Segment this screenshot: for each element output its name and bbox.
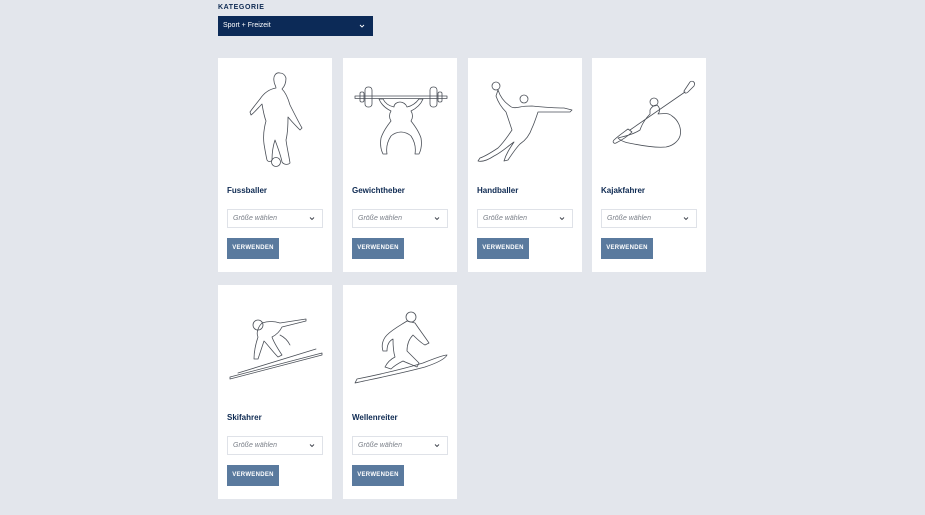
chevron-down-icon — [309, 217, 315, 221]
chevron-down-icon — [434, 444, 440, 448]
size-select-placeholder: Größe wählen — [483, 215, 527, 222]
category-select[interactable]: Sport + Freizeit — [218, 16, 373, 36]
motif-card-kajakfahrer: Kajakfahrer Größe wählen VERWENDEN — [592, 58, 706, 272]
size-select-placeholder: Größe wählen — [358, 442, 402, 449]
size-select[interactable]: Größe wählen — [352, 436, 448, 455]
size-select[interactable]: Größe wählen — [352, 209, 448, 228]
handball-player-silhouette-icon — [477, 81, 573, 162]
card-title: Fussballer — [227, 186, 268, 195]
size-select[interactable]: Größe wählen — [601, 209, 697, 228]
size-select-placeholder: Größe wählen — [358, 215, 402, 222]
chevron-down-icon — [434, 217, 440, 221]
size-select[interactable]: Größe wählen — [227, 436, 323, 455]
category-label: KATEGORIE — [218, 4, 265, 11]
motif-card-wellenreiter: Wellenreiter Größe wählen VERWENDEN — [343, 285, 457, 499]
use-button[interactable]: VERWENDEN — [352, 238, 404, 259]
size-select[interactable]: Größe wählen — [477, 209, 573, 228]
use-button[interactable]: VERWENDEN — [227, 465, 279, 486]
card-title: Gewichtheber — [352, 186, 405, 195]
card-title: Wellenreiter — [352, 413, 398, 422]
chevron-down-icon — [683, 217, 689, 221]
category-selected-value: Sport + Freizeit — [223, 22, 271, 29]
weightlifter-silhouette-icon — [354, 86, 448, 155]
size-select-placeholder: Größe wählen — [233, 442, 277, 449]
footballer-silhouette-icon — [249, 72, 303, 167]
card-title: Skifahrer — [227, 413, 262, 422]
use-button[interactable]: VERWENDEN — [601, 238, 653, 259]
motif-card-gewichtheber: Gewichtheber Größe wählen VERWENDEN — [343, 58, 457, 272]
chevron-down-icon — [359, 24, 365, 28]
motif-card-handballer: Handballer Größe wählen VERWENDEN — [468, 58, 582, 272]
chevron-down-icon — [559, 217, 565, 221]
motif-card-fussballer: Fussballer Größe wählen VERWENDEN — [218, 58, 332, 272]
size-select[interactable]: Größe wählen — [227, 209, 323, 228]
size-select-placeholder: Größe wählen — [233, 215, 277, 222]
card-title: Handballer — [477, 186, 519, 195]
size-select-placeholder: Größe wählen — [607, 215, 651, 222]
motif-card-skifahrer: Skifahrer Größe wählen VERWENDEN — [218, 285, 332, 499]
product-category-page: KATEGORIE Sport + Freizeit Fussballer Gr… — [0, 0, 925, 515]
surfer-silhouette-icon — [354, 311, 448, 384]
use-button[interactable]: VERWENDEN — [352, 465, 404, 486]
card-title: Kajakfahrer — [601, 186, 646, 195]
skier-silhouette-icon — [229, 318, 323, 380]
kayaker-silhouette-icon — [612, 80, 695, 148]
chevron-down-icon — [309, 444, 315, 448]
use-button[interactable]: VERWENDEN — [477, 238, 529, 259]
use-button[interactable]: VERWENDEN — [227, 238, 279, 259]
